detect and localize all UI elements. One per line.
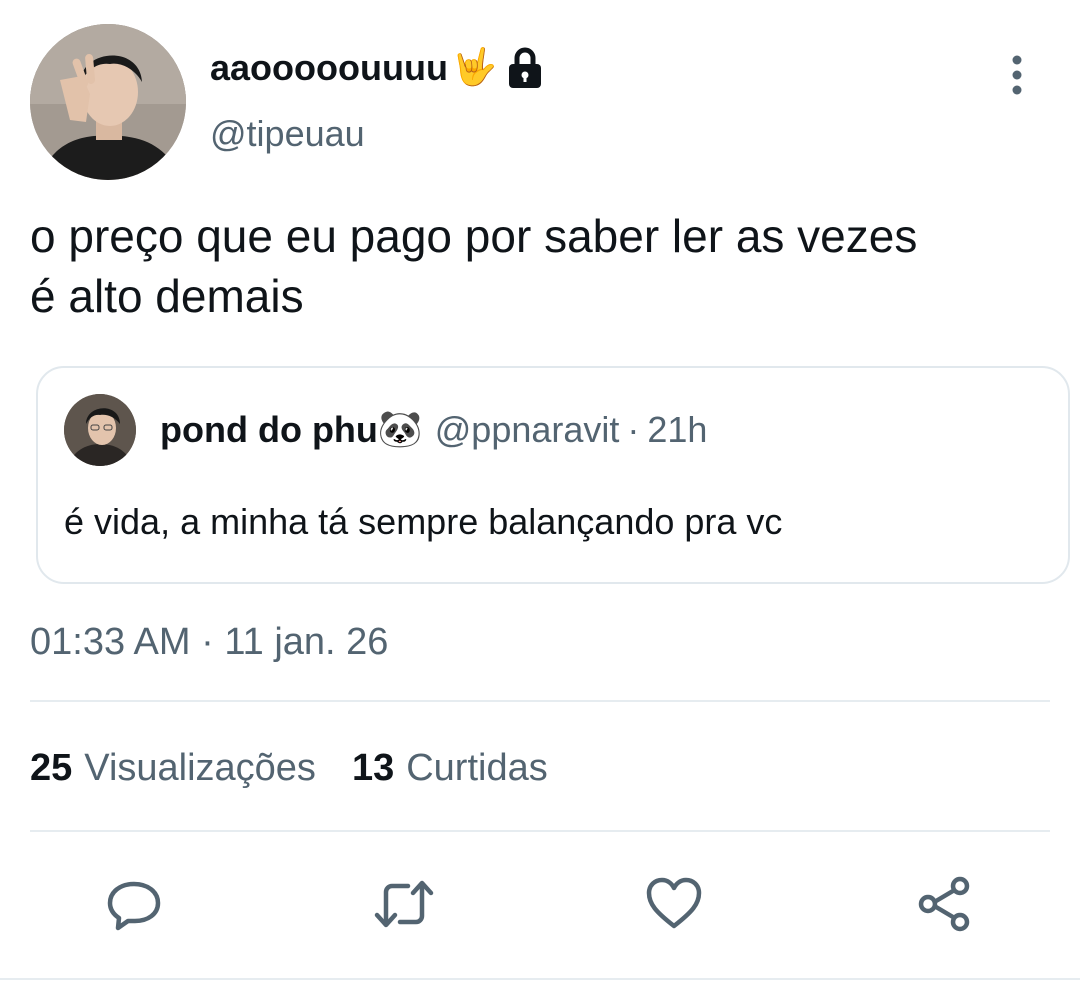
heart-icon xyxy=(644,874,704,934)
quote-author-name: pond do phu xyxy=(160,409,378,450)
likes-label: Curtidas xyxy=(406,747,548,789)
share-icon xyxy=(914,874,974,934)
tweet-timestamp[interactable]: 01:33 AM · 11 jan. 26 xyxy=(30,618,388,666)
tweet-text: o preço que eu pago por saber ler as vez… xyxy=(30,206,1070,326)
divider xyxy=(30,830,1050,832)
views-label: Visualizações xyxy=(84,747,316,789)
author-name-emoji: 🤟 xyxy=(451,47,497,88)
likes-count: 13 xyxy=(351,747,395,789)
quote-header: pond do phu 🐼 @ppnaravit · 21h xyxy=(160,406,707,454)
quote-time: 21h xyxy=(647,409,708,450)
quote-author-handle: @ppnaravit xyxy=(434,409,620,450)
author-display-name[interactable]: aaooooouuuu 🤟 xyxy=(210,44,547,92)
tweet-text-line: é alto demais xyxy=(30,270,304,322)
likes-stat[interactable]: 13 Curtidas xyxy=(352,744,548,792)
tweet-stats: 25 Visualizações 13 Curtidas xyxy=(30,744,548,792)
quote-author-emoji: 🐼 xyxy=(377,409,423,450)
author-handle[interactable]: @tipeuau xyxy=(210,112,365,156)
author-avatar[interactable] xyxy=(30,24,186,180)
share-button[interactable] xyxy=(912,872,976,936)
more-vertical-icon[interactable] xyxy=(1000,52,1034,98)
lock-icon xyxy=(503,44,547,92)
quoted-tweet-card[interactable]: pond do phu 🐼 @ppnaravit · 21h é vida, a… xyxy=(36,366,1070,584)
divider xyxy=(0,978,1080,980)
views-stat[interactable]: 25 Visualizações xyxy=(30,744,316,792)
reply-icon xyxy=(104,874,164,934)
like-button[interactable] xyxy=(642,872,706,936)
retweet-icon xyxy=(372,874,436,934)
quote-text: é vida, a minha tá sempre balançando pra… xyxy=(64,501,783,542)
views-count: 25 xyxy=(30,747,73,789)
reply-button[interactable] xyxy=(102,872,166,936)
quote-separator: · xyxy=(627,409,640,450)
retweet-button[interactable] xyxy=(372,872,436,936)
author-name-text: aaooooouuuu xyxy=(210,47,448,88)
tweet-text-line: o preço que eu pago por saber ler as vez… xyxy=(30,210,918,262)
quote-author-avatar xyxy=(64,394,136,466)
divider xyxy=(30,700,1050,702)
